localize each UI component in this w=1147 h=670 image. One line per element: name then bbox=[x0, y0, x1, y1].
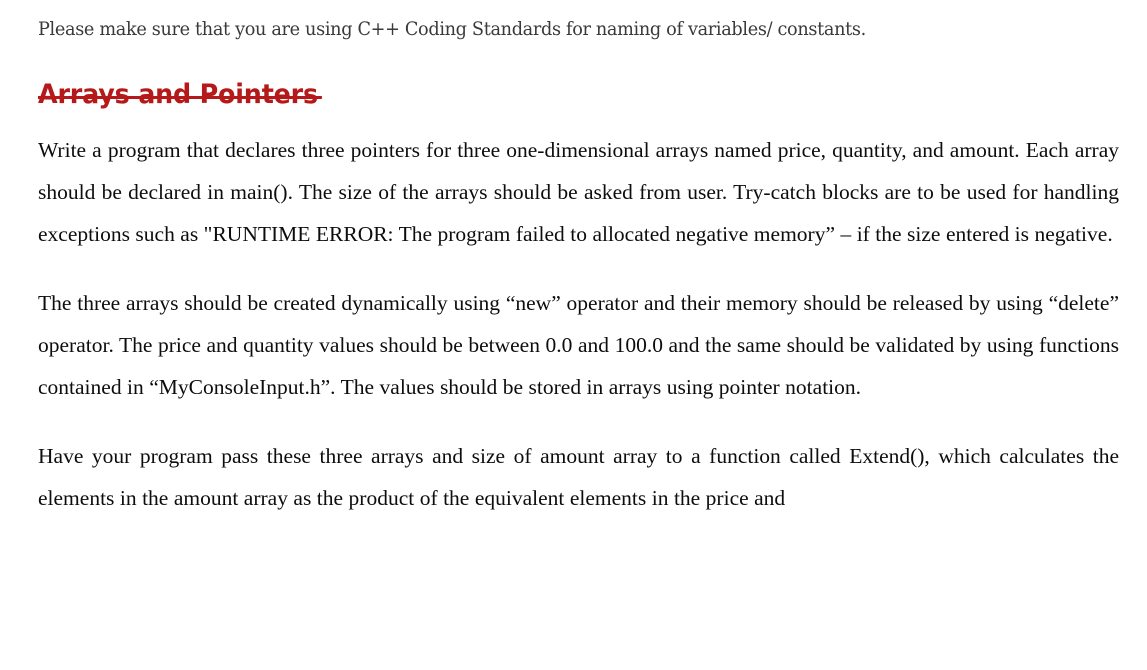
document-page: Please make sure that you are using C++ … bbox=[0, 0, 1147, 670]
paragraph-declare-arrays: Write a program that declares three poin… bbox=[38, 138, 1119, 246]
paragraph-extend-function: Have your program pass these three array… bbox=[38, 444, 1119, 510]
paragraph-dynamic-allocation: The three arrays should be created dynam… bbox=[38, 291, 1119, 399]
coding-standards-note: Please make sure that you are using C++ … bbox=[38, 19, 866, 40]
document-content: Please make sure that you are using C++ … bbox=[38, 0, 1119, 519]
section-heading-arrays-and-pointers: Arrays and Pointers bbox=[38, 51, 322, 108]
section-heading-container: Arrays and Pointers bbox=[38, 51, 1119, 108]
